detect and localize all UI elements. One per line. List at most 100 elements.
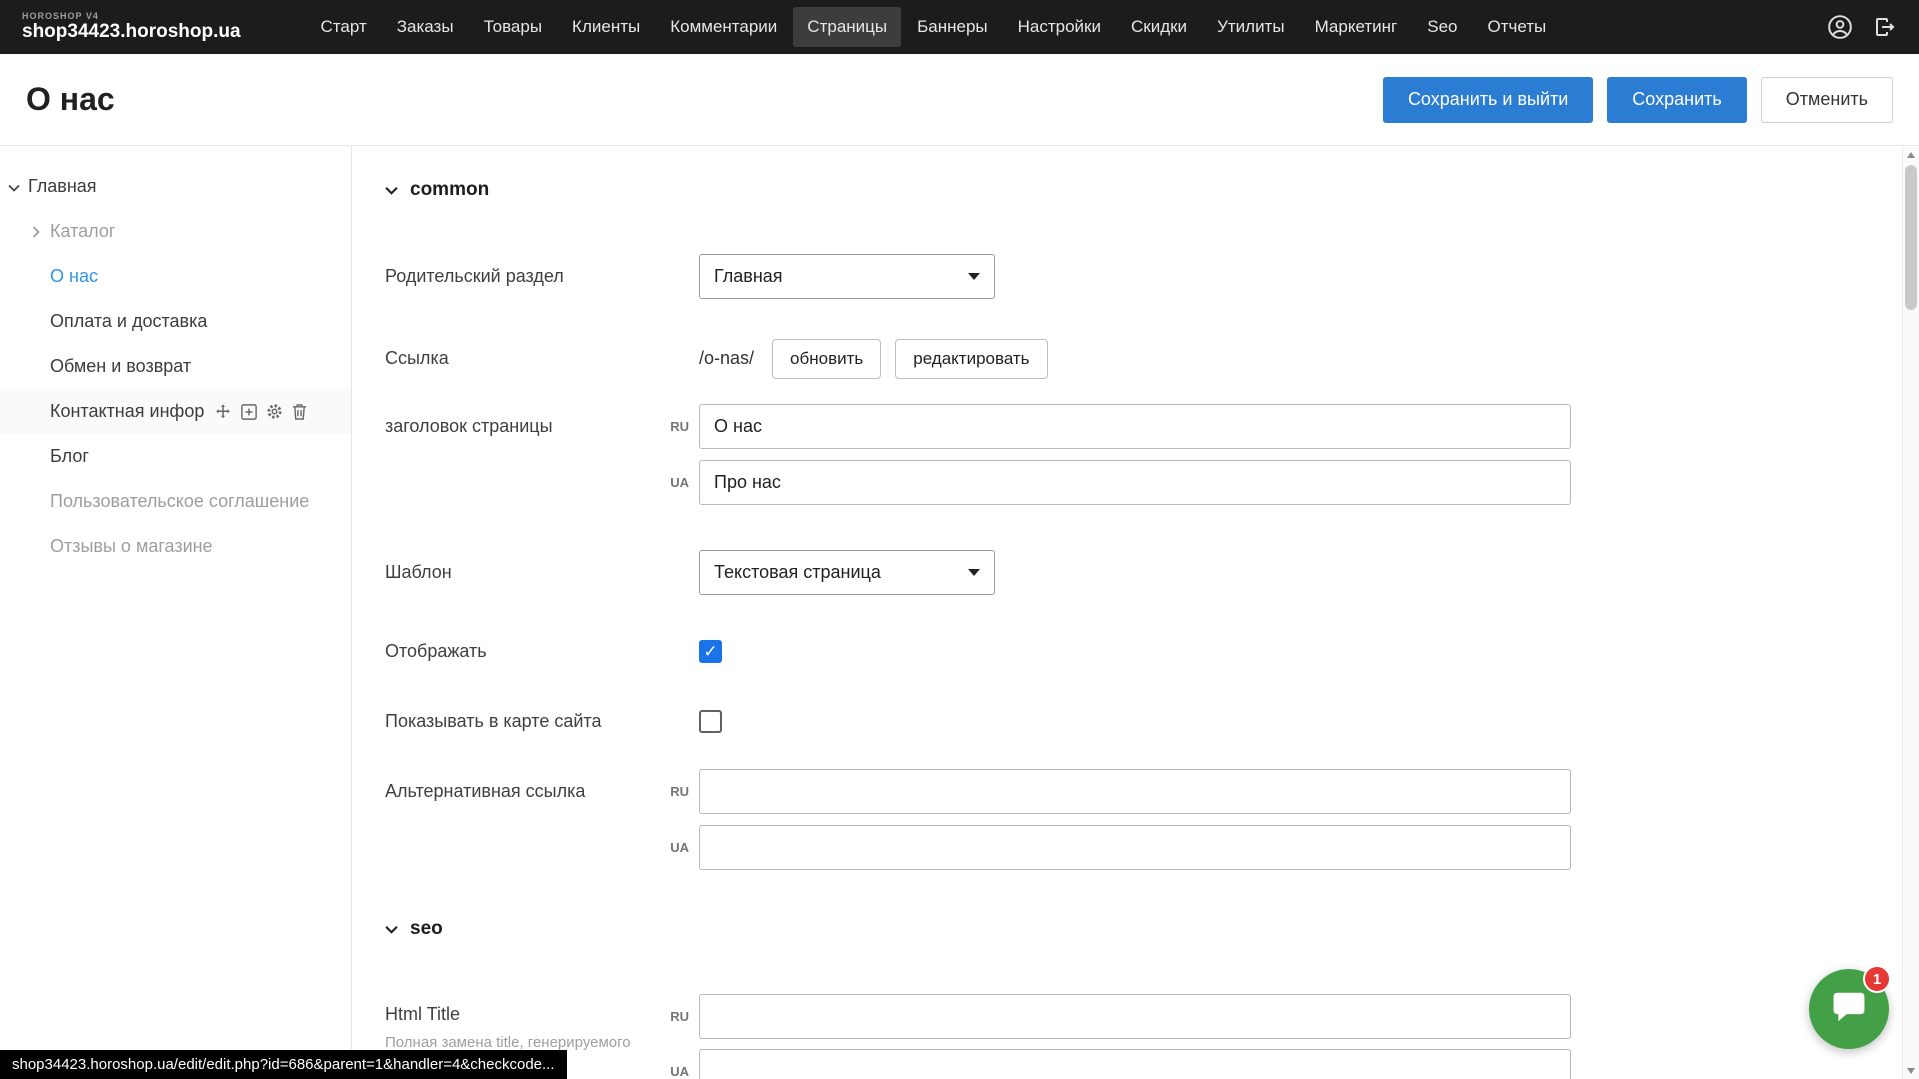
tree-item-label: О нас xyxy=(50,266,98,287)
html-title-ru-row: Html Title Полная замена title, генериру… xyxy=(385,994,1839,1039)
nav-comments[interactable]: Комментарии xyxy=(656,7,791,47)
chevron-down-icon xyxy=(968,273,980,280)
scroll-down-arrow[interactable] xyxy=(1907,1068,1915,1074)
app-root: HOROSHOP V4 shop34423.horoshop.ua Старт … xyxy=(0,0,1919,1079)
tree-item-o-nas[interactable]: О нас xyxy=(0,254,351,299)
nav-seo[interactable]: Seo xyxy=(1413,7,1471,47)
tree-item-label: Контактная инфор xyxy=(50,401,204,422)
tree-item-obmen[interactable]: Обмен и возврат xyxy=(0,344,351,389)
nav-start[interactable]: Старт xyxy=(307,7,381,47)
lang-tag-ua: UA xyxy=(655,1064,699,1079)
header-actions: Сохранить и выйти Сохранить Отменить xyxy=(1383,77,1893,123)
brand-domain: shop34423.horoshop.ua xyxy=(22,22,241,43)
topbar-icons xyxy=(1827,14,1897,40)
tree-item-label: Оплата и доставка xyxy=(50,311,207,332)
section-common-label: common xyxy=(410,179,489,201)
display-checkbox[interactable] xyxy=(699,640,722,663)
brand[interactable]: HOROSHOP V4 shop34423.horoshop.ua xyxy=(22,12,241,43)
alt-link-ua-row: UA xyxy=(385,825,1839,870)
nav-settings[interactable]: Настройки xyxy=(1004,7,1115,47)
nav-marketing[interactable]: Маркетинг xyxy=(1301,7,1412,47)
account-icon[interactable] xyxy=(1827,14,1853,40)
link-refresh-button[interactable]: обновить xyxy=(772,339,881,379)
sitemap-label: Показывать в карте сайта xyxy=(385,711,655,732)
template-select[interactable]: Текстовая страница xyxy=(699,550,995,595)
gear-icon[interactable] xyxy=(266,403,283,420)
chevron-down-icon xyxy=(968,569,980,576)
nav-utilities[interactable]: Утилиты xyxy=(1203,7,1299,47)
add-icon[interactable] xyxy=(241,404,257,420)
status-url: shop34423.horoshop.ua/edit/edit.php?id=6… xyxy=(0,1050,567,1079)
template-value: Текстовая страница xyxy=(714,562,881,583)
chevron-down-icon xyxy=(385,179,398,201)
tree-item-label: Обмен и возврат xyxy=(50,356,191,377)
chevron-down-icon xyxy=(8,176,20,197)
tree-item-label: Отзывы о магазине xyxy=(50,536,213,557)
cancel-button[interactable]: Отменить xyxy=(1761,77,1893,123)
top-nav: Старт Заказы Товары Клиенты Комментарии … xyxy=(307,7,1561,47)
lang-tag-ru: RU xyxy=(655,784,699,799)
pages-tree-sidebar: Главная Каталог О нас Оплата и доставка … xyxy=(0,146,352,1079)
lang-tag-ru: RU xyxy=(655,419,699,434)
tree-item-blog[interactable]: Блог xyxy=(0,434,351,479)
sitemap-checkbox[interactable] xyxy=(699,710,722,733)
trash-icon[interactable] xyxy=(292,403,307,420)
page-title-ru-row: заголовок страницы RU xyxy=(385,404,1839,449)
scroll-up-arrow[interactable] xyxy=(1907,152,1915,158)
section-seo-toggle[interactable]: seo xyxy=(385,918,443,940)
vertical-scrollbar[interactable] xyxy=(1902,147,1919,1079)
topbar: HOROSHOP V4 shop34423.horoshop.ua Старт … xyxy=(0,0,1919,54)
sitemap-row: Показывать в карте сайта xyxy=(385,699,1839,744)
tree-item-soglashenie[interactable]: Пользовательское соглашение xyxy=(0,479,351,524)
tree-item-label: Каталог xyxy=(50,221,115,242)
template-label: Шаблон xyxy=(385,562,655,583)
page-title: О нас xyxy=(26,81,115,118)
tree-item-katalog[interactable]: Каталог xyxy=(0,209,351,254)
nav-reports[interactable]: Отчеты xyxy=(1473,7,1560,47)
save-button[interactable]: Сохранить xyxy=(1607,77,1746,123)
tree-item-oplata[interactable]: Оплата и доставка xyxy=(0,299,351,344)
tree-root-glavnaya[interactable]: Главная xyxy=(0,164,351,209)
parent-section-select[interactable]: Главная xyxy=(699,254,995,299)
body: Главная Каталог О нас Оплата и доставка … xyxy=(0,146,1919,1079)
html-title-ua-row: UA xyxy=(385,1049,1839,1079)
nav-clients[interactable]: Клиенты xyxy=(558,7,654,47)
display-label: Отображать xyxy=(385,641,655,662)
page-title-ua-input[interactable] xyxy=(699,460,1571,505)
link-edit-button[interactable]: редактировать xyxy=(895,339,1047,379)
page-title-label: заголовок страницы xyxy=(385,416,655,437)
nav-products[interactable]: Товары xyxy=(470,7,556,47)
chevron-right-icon[interactable] xyxy=(32,226,40,238)
section-common-toggle[interactable]: common xyxy=(385,179,489,201)
template-row: Шаблон Текстовая страница xyxy=(385,550,1839,595)
alt-link-label: Альтернативная ссылка xyxy=(385,781,655,802)
html-title-ua-input[interactable] xyxy=(699,1049,1571,1079)
parent-section-value: Главная xyxy=(714,266,783,287)
chat-widget-button[interactable]: 1 xyxy=(1809,969,1889,1049)
alt-link-ru-row: Альтернативная ссылка RU xyxy=(385,769,1839,814)
scroll-thumb[interactable] xyxy=(1905,165,1917,310)
tree-item-kontaktnaya[interactable]: Контактная инфор xyxy=(0,389,351,434)
lang-tag-ua: UA xyxy=(655,475,699,490)
logout-icon[interactable] xyxy=(1873,15,1897,39)
save-and-exit-button[interactable]: Сохранить и выйти xyxy=(1383,77,1593,123)
tree-item-actions xyxy=(214,403,307,421)
lang-tag-ru: RU xyxy=(655,1009,699,1024)
page-title-ru-input[interactable] xyxy=(699,404,1571,449)
chat-unread-badge: 1 xyxy=(1863,965,1891,993)
alt-link-ua-input[interactable] xyxy=(699,825,1571,870)
alt-link-ru-input[interactable] xyxy=(699,769,1571,814)
nav-banners[interactable]: Баннеры xyxy=(903,7,1002,47)
move-icon[interactable] xyxy=(214,403,232,421)
html-title-ru-input[interactable] xyxy=(699,994,1571,1039)
nav-pages[interactable]: Страницы xyxy=(793,7,901,47)
nav-discounts[interactable]: Скидки xyxy=(1117,7,1201,47)
tree-item-otzyvy[interactable]: Отзывы о магазине xyxy=(0,524,351,569)
lang-tag-ua: UA xyxy=(655,840,699,855)
display-row: Отображать xyxy=(385,629,1839,674)
page-title-ua-row: UA xyxy=(385,460,1839,505)
nav-orders[interactable]: Заказы xyxy=(383,7,468,47)
page-header: О нас Сохранить и выйти Сохранить Отмени… xyxy=(0,54,1919,146)
link-path: /o-nas/ xyxy=(699,348,754,369)
section-seo-label: seo xyxy=(410,918,443,940)
